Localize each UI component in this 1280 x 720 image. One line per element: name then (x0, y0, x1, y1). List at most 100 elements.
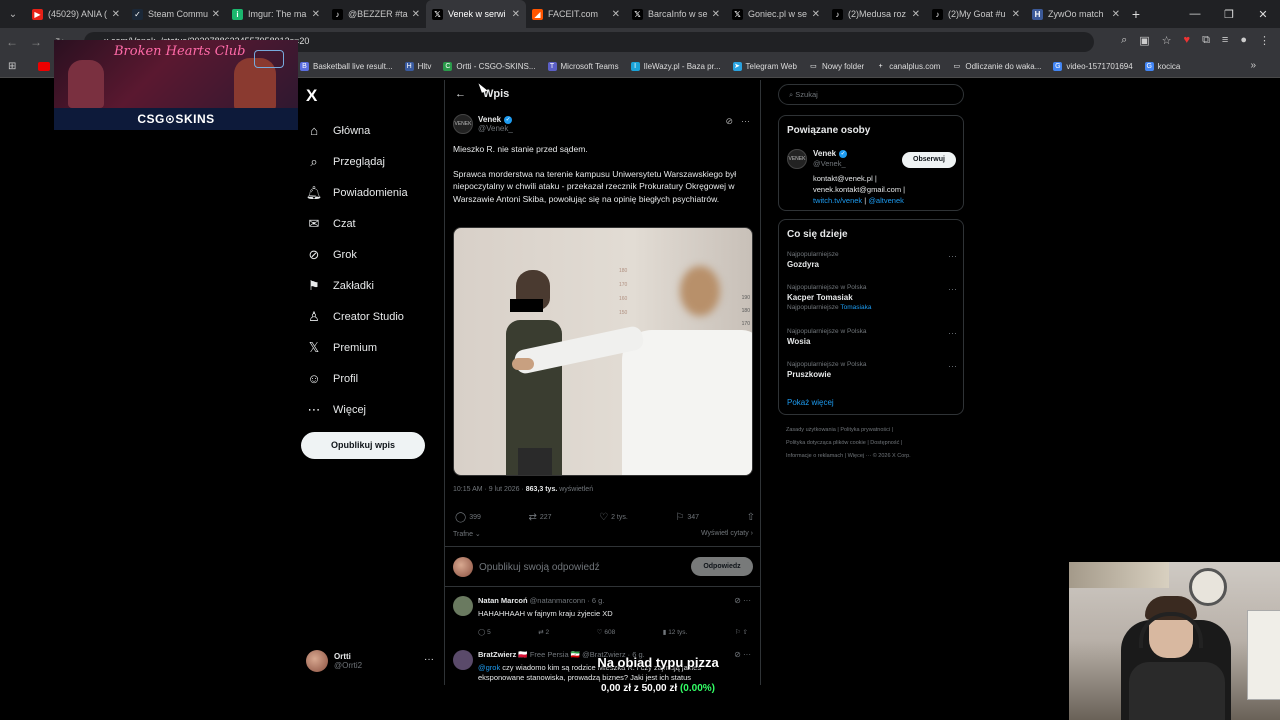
browser-tab[interactable]: ✓ Steam Commu ✕ (126, 0, 226, 28)
avatar[interactable]: VENEK (453, 114, 473, 134)
more-dots-icon[interactable]: ··· (948, 284, 957, 294)
nav-item-chat[interactable]: ✉ Czat (306, 208, 408, 239)
trend-sub-link[interactable]: Tomasiaka (840, 304, 871, 311)
sort-dropdown[interactable]: Trafne ⌄ (453, 531, 481, 538)
tab-close-icon[interactable]: ✕ (1012, 9, 1020, 20)
back-arrow-icon[interactable]: ← (455, 88, 469, 100)
publish-post-button[interactable]: Opublikuj wpis (301, 432, 425, 459)
reply-item[interactable]: Natan Marcoń @natanmarconn · 6 g. ⊘ ··· HA… (453, 594, 753, 644)
nav-item-bookmark[interactable]: ⚑ Zakładki (306, 270, 408, 301)
tab-close-icon[interactable]: ✕ (612, 9, 620, 20)
bio-link-twitch[interactable]: twitch.tv/venek (813, 196, 862, 205)
trend-item[interactable]: Najpopularniejsze w Polska Wosia ··· (787, 328, 957, 346)
account-switcher[interactable]: Ortti @Orrti2 ··· (306, 650, 434, 672)
bookmark-item[interactable]: I IleWazy.pl - Baza pr... (630, 62, 721, 71)
browser-tab[interactable]: ◢ FACEIT.com ✕ (526, 0, 626, 28)
bookmark-item[interactable]: ➤ Telegram Web (732, 62, 797, 71)
grok-icon[interactable]: ⊘ (725, 116, 733, 127)
bookmark-item[interactable]: ▭ Nowy folder (808, 62, 864, 71)
nav-item-creator-studio[interactable]: ♙ Creator Studio (306, 301, 408, 332)
trend-item[interactable]: Najpopularniejsze w Polska Kacper Tomasia… (787, 284, 957, 311)
tab-close-icon[interactable]: ✕ (412, 9, 420, 20)
browser-tab[interactable]: ♪ (2)My Goat #u ✕ (926, 0, 1026, 28)
footer-line-2[interactable]: Polityka dotycząca plików cookie | Dostę… (786, 437, 966, 450)
nav-item-profile[interactable]: ☺ Profil (306, 363, 408, 394)
reply-author-name[interactable]: BratZwierz (478, 650, 516, 659)
close-window-button[interactable]: ✕ (1246, 0, 1280, 28)
tab-close-icon[interactable]: ✕ (512, 9, 520, 20)
follow-button[interactable]: Obserwuj (902, 152, 956, 168)
related-person-handle[interactable]: @Venek_ (813, 159, 846, 168)
nav-item-more[interactable]: ⋯ Więcej (306, 394, 408, 425)
bookmark-item[interactable]: T Microsoft Teams (547, 62, 619, 71)
tab-close-icon[interactable]: ✕ (1112, 9, 1120, 20)
new-tab-button[interactable]: + (1126, 6, 1146, 22)
bookmark-action[interactable]: ⚐ 347 (675, 512, 699, 523)
bookmark-item[interactable]: + canalplus.com (876, 62, 940, 71)
browser-tab[interactable]: 𝕏 Venek w serwi ✕ (426, 0, 526, 28)
extensions-puzzle-icon[interactable]: ⧉ (1202, 34, 1210, 47)
post-author[interactable]: VENEK Venek ✓ @Venek_ (453, 114, 513, 134)
cast-icon[interactable]: ▣ (1139, 34, 1149, 47)
view-quotes-link[interactable]: Wyświetl cytaty › (701, 530, 753, 537)
apps-grid-icon[interactable]: ⊞ (8, 61, 16, 72)
browser-tab[interactable]: i Imgur: The ma ✕ (226, 0, 326, 28)
star-icon[interactable]: ☆ (1162, 34, 1172, 47)
author-handle[interactable]: @Venek_ (478, 124, 513, 133)
related-person-name[interactable]: Venek (813, 149, 836, 158)
bookmark-item[interactable]: ▭ Odliczanie do waka... (952, 62, 1041, 71)
avatar[interactable]: VENEK (787, 149, 807, 169)
zoom-icon[interactable]: ⌕ (1121, 34, 1127, 47)
more-dots-icon[interactable]: ··· (948, 251, 957, 261)
tab-close-icon[interactable]: ✕ (912, 9, 920, 20)
more-dots-icon[interactable]: ⊘ ··· (734, 596, 751, 605)
more-dots-icon[interactable]: ··· (948, 361, 957, 371)
nav-item-search[interactable]: ⌕ Przeglądaj (306, 146, 408, 177)
bookmark-icon[interactable]: ⚐ ⇧ (735, 628, 748, 636)
browser-tab[interactable]: 𝕏 Goniec.pl w se ✕ (726, 0, 826, 28)
browser-menu-icon[interactable]: ⋮ (1259, 34, 1270, 47)
reading-list-icon[interactable]: ≡ (1222, 34, 1228, 47)
reply-mention[interactable]: @grok (478, 663, 500, 672)
maximize-button[interactable]: ❐ (1212, 0, 1246, 28)
browser-tab[interactable]: 𝕏 BarcaInfo w se ✕ (626, 0, 726, 28)
nav-item-home[interactable]: ⌂ Główna (306, 115, 408, 146)
more-dots-icon[interactable]: ··· (741, 116, 750, 127)
share-action[interactable]: ⇧ (747, 512, 755, 523)
extension-red-icon[interactable]: ♥ (1184, 34, 1191, 47)
bookmarks-overflow-icon[interactable]: » (1250, 60, 1256, 71)
minimize-button[interactable]: — (1178, 0, 1212, 28)
tab-close-icon[interactable]: ✕ (712, 9, 720, 20)
show-more-link[interactable]: Pokaż więcej (787, 398, 834, 407)
bookmark-item[interactable]: Gvideo-1571701694 (1053, 62, 1133, 71)
bookmark-item[interactable]: C Ortti - CSGO-SKINS... (443, 62, 536, 71)
footer-line-3[interactable]: Informacje o reklamach | Więcej ··· © 20… (786, 450, 966, 463)
repost-action[interactable]: ⇄ 2 (538, 628, 549, 636)
reply-input[interactable]: Opublikuj swoją odpowiedź (479, 562, 600, 573)
views-action[interactable]: ▮ 12 tys. (663, 628, 688, 636)
bio-link-alt[interactable]: @altvenek (868, 196, 904, 205)
trend-item[interactable]: Najpopularniejsze w Polska Pruszkowie ··· (787, 361, 957, 379)
back-arrow-icon[interactable]: ← (0, 35, 24, 49)
post-timestamp[interactable]: 10:15 AM · 9 lut 2026 · (453, 486, 526, 493)
search-input[interactable]: ⌕ Szukaj (778, 84, 964, 105)
repost-action[interactable]: ⇄ 227 (528, 512, 551, 523)
reply-submit-button[interactable]: Odpowiedz (691, 557, 753, 576)
nav-item-x-premium[interactable]: 𝕏 Premium (306, 332, 408, 363)
tab-close-icon[interactable]: ✕ (812, 9, 820, 20)
tab-close-icon[interactable]: ✕ (212, 9, 220, 20)
browser-tab[interactable]: ♪ (2)Medusa roz ✕ (826, 0, 926, 28)
reply-action[interactable]: ◯ 5 (478, 628, 491, 636)
avatar[interactable] (453, 650, 473, 670)
bookmark-item[interactable]: H Hltv (404, 62, 431, 71)
x-logo-icon[interactable]: X (306, 86, 317, 106)
youtube-bookmark-icon[interactable] (38, 62, 50, 71)
browser-tab[interactable]: ♪ @BEZZER #ta ✕ (326, 0, 426, 28)
tab-close-icon[interactable]: ✕ (112, 9, 120, 20)
browser-tab[interactable]: H ZywOo match ✕ (1026, 0, 1126, 28)
tab-search-chevron-icon[interactable]: ⌄ (0, 0, 26, 28)
more-dots-icon[interactable]: ··· (424, 654, 434, 665)
browser-tab[interactable]: ▶ (45029) ANIA (✕ (26, 0, 126, 28)
reply-author-name[interactable]: Natan Marcoń (478, 596, 528, 605)
bookmark-item[interactable]: B Basketball live result... (300, 62, 393, 71)
